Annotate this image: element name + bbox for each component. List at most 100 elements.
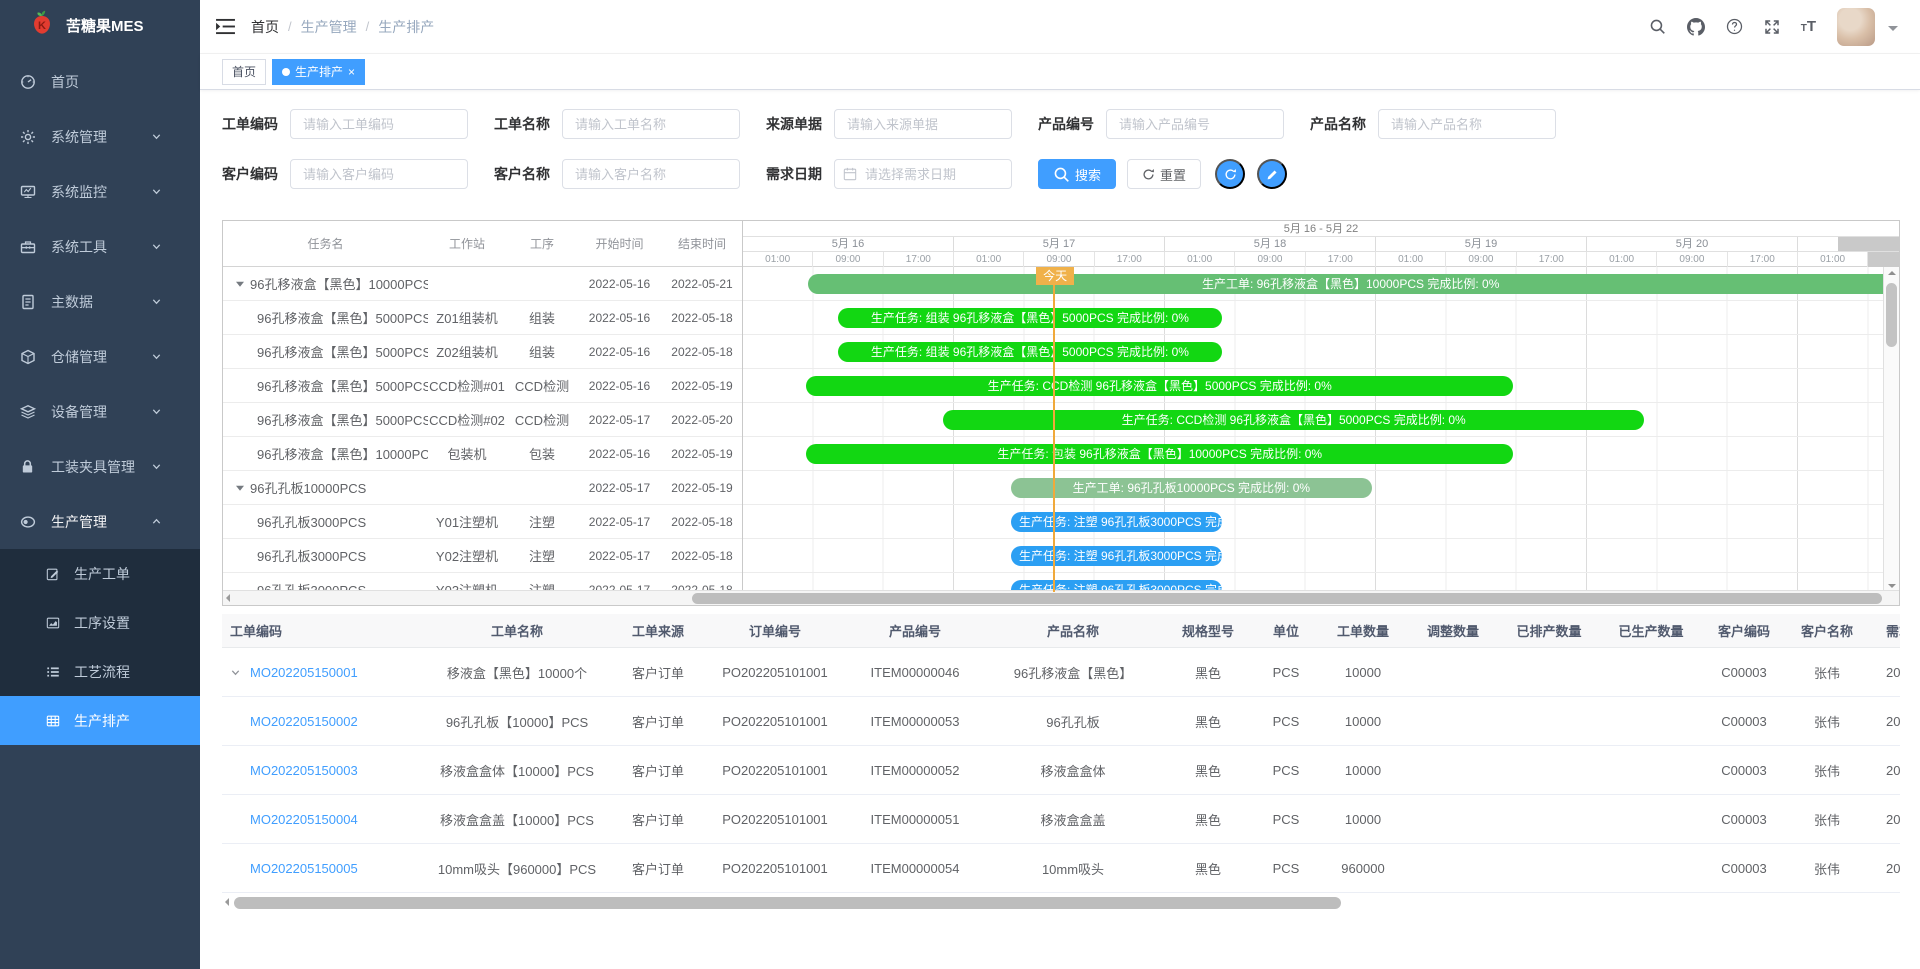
gantt-bar[interactable]: 生产任务: 包装 96孔移液盒【黑色】10000PCS 完成比例: 0% [806,444,1513,464]
breadcrumb-separator: / [288,19,292,34]
sidebar-item-tooling-fixture-mgmt[interactable]: 工装夹具管理 [0,439,200,494]
sidebar-subitem-production-scheduling[interactable]: 生产排产 [0,696,200,745]
gantt-task-row[interactable]: 96孔移液盒【黑色】5000PCSCCD检测#02CCD检测2022-05-17… [223,403,742,437]
sidebar-subitem-process-setup[interactable]: 工序设置 [0,598,200,647]
order-cell-source: 客户订单 [612,761,704,780]
edit-circle-button[interactable] [1257,159,1287,189]
gantt-task-row[interactable]: 96孔孔板3000PCSY02注塑机注塑2022-05-172022-05-18 [223,539,742,573]
app-logo[interactable]: K 苦糖果MES [0,0,200,50]
table-row[interactable]: MO20220515000510mm吸头【960000】PCS客户订单PO202… [222,844,1900,893]
gantt-hour-label: 01:00 [1376,252,1446,267]
sidebar-item-master-data[interactable]: 主数据 [0,274,200,329]
order-code-link[interactable]: MO202205150001 [250,665,358,680]
chevron-down-icon [151,406,168,417]
sidebar-item-home[interactable]: 首页 [0,54,200,109]
产品名称-input[interactable] [1378,109,1556,139]
horizontal-scroll-thumb[interactable] [692,593,1882,604]
orders-column-单位: 单位 [1254,621,1318,640]
gantt-chart-row: 生产任务: 组装 96孔移液盒【黑色】5000PCS 完成比例: 0% [743,335,1885,369]
sidebar-subitem-production-order[interactable]: 生产工单 [0,549,200,598]
gantt-task-row[interactable]: 96孔移液盒【黑色】5000PCSZ02组装机组装2022-05-162022-… [223,335,742,369]
table-row[interactable]: MO20220515000296孔孔板【10000】PCS客户订单PO20220… [222,697,1900,746]
scroll-up-arrow-icon[interactable] [1888,271,1896,275]
order-code-link[interactable]: MO202205150003 [250,763,358,778]
task-start-date: 2022-05-17 [578,413,661,427]
task-start-date: 2022-05-17 [578,481,661,495]
sidebar-item-equipment-mgmt[interactable]: 设备管理 [0,384,200,439]
sidebar-item-production-mgmt[interactable]: 生产管理 [0,494,200,549]
order-code-link[interactable]: MO202205150002 [250,714,358,729]
tab-close-icon[interactable]: × [348,66,355,78]
horizontal-scroll-thumb[interactable] [234,897,1341,909]
gantt-chart-row: 生产任务: 注塑 96孔孔板3000PCS 完成比例: 0% [743,539,1885,573]
search-button[interactable]: 搜索 [1038,159,1116,189]
sidebar-item-system-mgmt[interactable]: 系统管理 [0,109,200,164]
scroll-down-arrow-icon[interactable] [1888,584,1896,588]
gantt-day-label: 5月 17 [954,237,1165,251]
fontsize-icon[interactable]: TT [1801,18,1816,35]
gantt-task-row[interactable]: 96孔移液盒【黑色】5000PCSCCD检测#01CCD检测2022-05-16… [223,369,742,403]
sidebar-item-system-monitor[interactable]: 系统监控 [0,164,200,219]
工单名称-input[interactable] [562,109,740,139]
gantt-bar[interactable]: 生产任务: 组装 96孔移液盒【黑色】5000PCS 完成比例: 0% [838,342,1222,362]
order-cell-order_no: PO202205101001 [704,714,846,729]
gantt-task-row[interactable]: 96孔孔板3000PCSY01注塑机注塑2022-05-172022-05-18 [223,505,742,539]
scroll-left-arrow-icon[interactable] [226,594,230,602]
sidebar-item-system-tools[interactable]: 系统工具 [0,219,200,274]
vertical-scroll-thumb[interactable] [1886,283,1897,347]
breadcrumb-item[interactable]: 生产排产 [378,17,434,37]
avatar-dropdown-caret-icon[interactable] [1888,26,1898,36]
客户编码-input[interactable] [290,159,468,189]
gantt-column-任务名: 任务名 [223,235,428,252]
reset-button[interactable]: 重置 [1127,159,1201,189]
table-horizontal-scrollbar[interactable] [222,895,1900,911]
refresh-circle-button[interactable] [1215,159,1245,189]
gantt-task-row[interactable]: 96孔移液盒【黑色】10000PCS2022-05-162022-05-21 [223,267,742,301]
task-name: 96孔移液盒【黑色】5000PCS [223,342,428,361]
fullscreen-icon[interactable] [1764,19,1780,35]
gantt-bar[interactable]: 生产任务: CCD检测 96孔移液盒【黑色】5000PCS 完成比例: 0% [806,376,1513,396]
scroll-left-arrow-icon[interactable] [225,898,229,906]
task-end-date: 2022-05-18 [661,549,742,563]
gantt-task-row[interactable]: 96孔移液盒【黑色】10000PCS包装机包装2022-05-162022-05… [223,437,742,471]
table-row[interactable]: MO202205150003移液盒盒体【10000】PCS客户订单PO20220… [222,746,1900,795]
需求日期-input[interactable] [834,159,1012,189]
gantt-bar[interactable]: 生产工单: 96孔移液盒【黑色】10000PCS 完成比例: 0% [808,274,1885,294]
search-icon[interactable] [1649,18,1666,35]
gantt-day-row: 5月 165月 175月 185月 195月 20 [743,237,1899,252]
order-code-link[interactable]: MO202205150005 [250,861,358,876]
gantt-bar[interactable]: 生产任务: 注塑 96孔孔板3000PCS 完成比例: 0% [1011,512,1222,532]
tab-生产排产[interactable]: 生产排产× [272,59,365,85]
gantt-hour-label: 09:00 [813,252,883,267]
gantt-bar[interactable]: 生产任务: 注塑 96孔孔板3000PCS 完成比例: 0% [1011,546,1222,566]
user-avatar[interactable] [1837,8,1875,46]
gantt-task-row[interactable]: 96孔孔板10000PCS2022-05-172022-05-19 [223,471,742,505]
row-expand-caret-icon[interactable] [230,667,250,678]
gantt-task-row[interactable]: 96孔移液盒【黑色】5000PCSZ01组装机组装2022-05-162022-… [223,301,742,335]
table-row[interactable]: MO202205150001移液盒【黑色】10000个客户订单PO2022051… [222,648,1900,697]
order-cell-cust_code: C00003 [1702,665,1786,680]
sidebar-subitem-process-flow[interactable]: 工艺流程 [0,647,200,696]
gantt-bar[interactable]: 生产任务: CCD检测 96孔移液盒【黑色】5000PCS 完成比例: 0% [943,410,1644,430]
orders-column-规格型号: 规格型号 [1162,621,1254,640]
gantt-bar[interactable]: 生产任务: 组装 96孔移液盒【黑色】5000PCS 完成比例: 0% [838,308,1222,328]
order-code-link[interactable]: MO202205150004 [250,812,358,827]
产品编号-input[interactable] [1106,109,1284,139]
gantt-vertical-scrollbar[interactable] [1883,267,1899,592]
sidebar-item-warehouse-mgmt[interactable]: 仓储管理 [0,329,200,384]
gantt-bar[interactable]: 生产工单: 96孔孔板10000PCS 完成比例: 0% [1011,478,1372,498]
gantt-horizontal-scrollbar[interactable] [223,590,1899,605]
task-name: 96孔移液盒【黑色】10000PCS [223,274,428,293]
table-row[interactable]: MO202205150004移液盒盒盖【10000】PCS客户订单PO20220… [222,795,1900,844]
box-icon [20,349,37,365]
工单编码-input[interactable] [290,109,468,139]
question-icon[interactable] [1726,18,1743,35]
github-icon[interactable] [1687,18,1705,36]
tab-首页[interactable]: 首页 [222,59,266,85]
toolbox-icon [20,239,37,255]
search-field-客户名称: 客户名称 [494,159,740,189]
sidebar-toggle-icon[interactable] [216,18,235,35]
来源单据-input[interactable] [834,109,1012,139]
客户名称-input[interactable] [562,159,740,189]
breadcrumb-item[interactable]: 生产管理 [301,17,357,37]
